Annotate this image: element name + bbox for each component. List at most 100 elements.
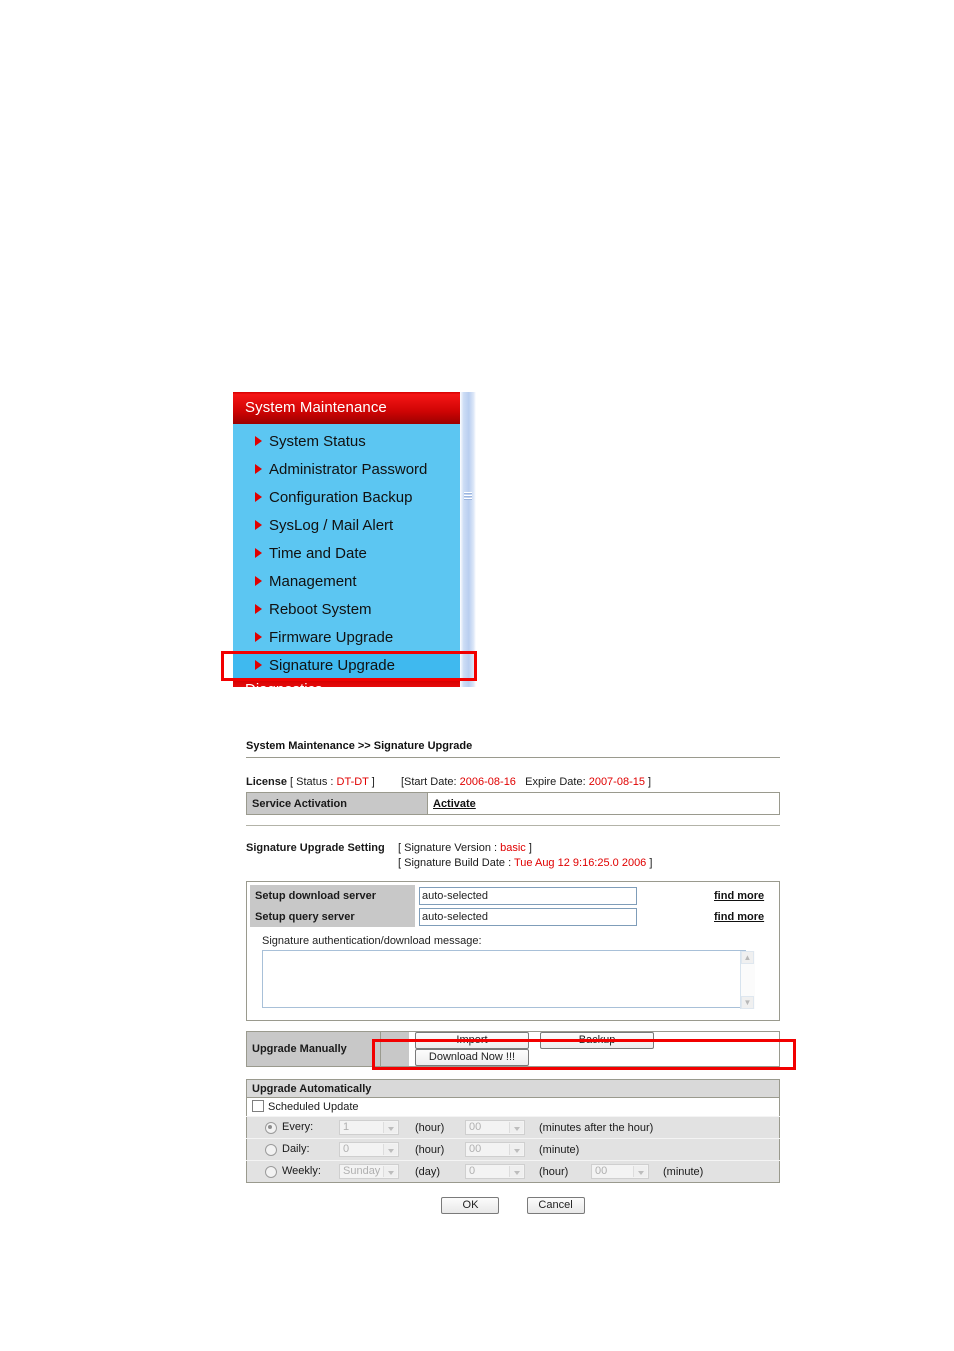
daily-hour-select[interactable]: 0 (339, 1142, 399, 1157)
upgrade-manually-spacer (380, 1031, 409, 1067)
query-server-input[interactable] (419, 907, 637, 926)
sidebar-item-reboot-system[interactable]: Reboot System (233, 596, 476, 624)
query-find-more-cell: find more (708, 906, 776, 927)
table-row: Setup download server find more (250, 885, 776, 906)
weekly-hour-select-cell: 0 (465, 1160, 539, 1183)
signature-version-suffix: ] (528, 842, 532, 854)
weekly-hour-unit: (hour) (539, 1160, 591, 1183)
scheduled-update-cell[interactable]: Scheduled Update (246, 1097, 780, 1117)
weekly-day-select-cell: Sunday (339, 1160, 415, 1183)
cancel-button[interactable]: Cancel (526, 1197, 585, 1214)
download-server-input[interactable] (419, 886, 637, 905)
daily-minute-unit: (minute) (539, 1138, 780, 1161)
download-find-more-cell: find more (708, 885, 776, 906)
sidebar-menu-screenshot: System Maintenance System Status Adminis… (233, 392, 476, 687)
weekly-hour-select[interactable]: 0 (465, 1164, 525, 1179)
license-title: License (246, 776, 287, 788)
signature-message-textarea[interactable] (262, 950, 746, 1008)
chevron-down-icon (383, 1144, 397, 1155)
every-minute-value: 00 (469, 1121, 482, 1133)
sidebar-scrollbar[interactable] (460, 392, 476, 687)
bullet-arrow-icon (255, 492, 262, 503)
daily-hour-unit: (hour) (415, 1138, 465, 1161)
server-settings-box: Setup download server find more Setup qu… (246, 881, 780, 1021)
scheduled-update-checkbox[interactable] (252, 1100, 264, 1113)
table-row: Upgrade Manually Import Backup Download … (246, 1031, 780, 1067)
sidebar-item-diagnostics[interactable]: Diagnostics (233, 680, 476, 687)
activate-link[interactable]: Activate (433, 798, 476, 810)
weekly-minute-value: 00 (595, 1165, 608, 1177)
weekly-minute-unit: (minute) (663, 1160, 780, 1183)
setup-query-server-label: Setup query server (250, 906, 415, 927)
setup-download-server-label: Setup download server (250, 885, 415, 906)
weekly-day-select[interactable]: Sunday (339, 1164, 399, 1179)
query-find-more-link[interactable]: find more (714, 911, 764, 923)
sidebar-item-administrator-password[interactable]: Administrator Password (233, 456, 476, 484)
weekly-hour-value: 0 (469, 1165, 476, 1177)
sidebar-item-label: Time and Date (269, 545, 367, 562)
license-status-suffix: ] (371, 776, 375, 788)
every-hour-select[interactable]: 1 (339, 1120, 399, 1135)
upgrade-manually-buttons: Import Backup Download Now !!! (409, 1032, 780, 1067)
backup-button[interactable]: Backup (540, 1032, 655, 1049)
download-find-more-link[interactable]: find more (714, 890, 764, 902)
table-row: Daily: 0 (hour) 00 (minute) (246, 1138, 780, 1161)
license-close-bracket: ] (648, 776, 652, 788)
license-status-value: DT-DT (336, 776, 369, 788)
signature-build-suffix: ] (649, 857, 653, 869)
chevron-down-icon (509, 1166, 523, 1177)
bullet-arrow-icon (255, 436, 262, 447)
setup-download-server-value-cell (415, 885, 708, 906)
bullet-arrow-icon (255, 604, 262, 615)
scheduled-update-label: Scheduled Update (268, 1100, 359, 1113)
signature-message-wrap: ▲ ▼ (250, 950, 776, 1017)
signature-build-prefix: [ Signature Build Date : (398, 857, 512, 869)
license-expire-label: Expire Date: (525, 776, 586, 788)
weekly-minute-select[interactable]: 00 (591, 1164, 649, 1179)
every-mode-cell[interactable]: Every: (246, 1116, 339, 1139)
sidebar-item-time-and-date[interactable]: Time and Date (233, 540, 476, 568)
license-status-sep: : (330, 776, 334, 788)
weekly-day-unit: (day) (415, 1160, 465, 1183)
sidebar-item-label: SysLog / Mail Alert (269, 517, 394, 534)
table-row: Weekly: Sunday (day) 0 (hour) 00 (minute… (246, 1160, 780, 1183)
table-row: Service Activation Activate (246, 792, 780, 815)
upgrade-manually-table: Upgrade Manually Import Backup Download … (246, 1031, 780, 1067)
table-row: Scheduled Update (246, 1097, 780, 1117)
every-minute-select[interactable]: 00 (465, 1120, 525, 1135)
daily-hour-select-cell: 0 (339, 1138, 415, 1161)
signature-version-prefix: [ Signature Version : (398, 842, 498, 854)
sidebar-item-management[interactable]: Management (233, 568, 476, 596)
service-activation-table: Service Activation Activate (246, 792, 780, 815)
section-divider (246, 825, 780, 826)
daily-mode-cell[interactable]: Daily: (246, 1138, 339, 1161)
sidebar-item-configuration-backup[interactable]: Configuration Backup (233, 484, 476, 512)
download-now-button[interactable]: Download Now !!! (415, 1049, 529, 1066)
every-hour-unit: (hour) (415, 1116, 465, 1139)
ok-button[interactable]: OK (441, 1197, 500, 1214)
setup-query-server-value-cell (415, 906, 708, 927)
sidebar-item-label: Administrator Password (269, 461, 428, 478)
sidebar-item-system-status[interactable]: System Status (233, 428, 476, 456)
signature-message-label: Signature authentication/download messag… (262, 935, 482, 947)
service-activation-label: Service Activation (246, 792, 428, 815)
sidebar-item-list: System Status Administrator Password Con… (233, 424, 476, 680)
sidebar-item-firmware-upgrade[interactable]: Firmware Upgrade (233, 624, 476, 652)
panel-footer-buttons: OK Cancel (246, 1197, 780, 1214)
daily-radio-button[interactable] (265, 1143, 277, 1156)
daily-minute-value: 00 (469, 1143, 482, 1155)
import-button[interactable]: Import (415, 1032, 529, 1049)
bullet-arrow-icon (255, 520, 262, 531)
every-radio-button[interactable] (265, 1121, 277, 1134)
daily-minute-select[interactable]: 00 (465, 1142, 525, 1157)
service-activation-value-cell: Activate (427, 792, 780, 815)
signature-build-line: [ Signature Build Date : Tue Aug 12 9:16… (246, 857, 780, 869)
weekly-minute-select-cell: 00 (591, 1160, 663, 1183)
weekly-mode-cell[interactable]: Weekly: (246, 1160, 339, 1183)
sidebar-item-syslog-mail-alert[interactable]: SysLog / Mail Alert (233, 512, 476, 540)
weekly-radio-button[interactable] (265, 1165, 277, 1178)
sidebar-title: System Maintenance (233, 392, 476, 424)
daily-minute-select-cell: 00 (465, 1138, 539, 1161)
table-row: Every: 1 (hour) 00 (minutes after the ho… (246, 1116, 780, 1139)
upgrade-manually-label: Upgrade Manually (246, 1031, 381, 1067)
